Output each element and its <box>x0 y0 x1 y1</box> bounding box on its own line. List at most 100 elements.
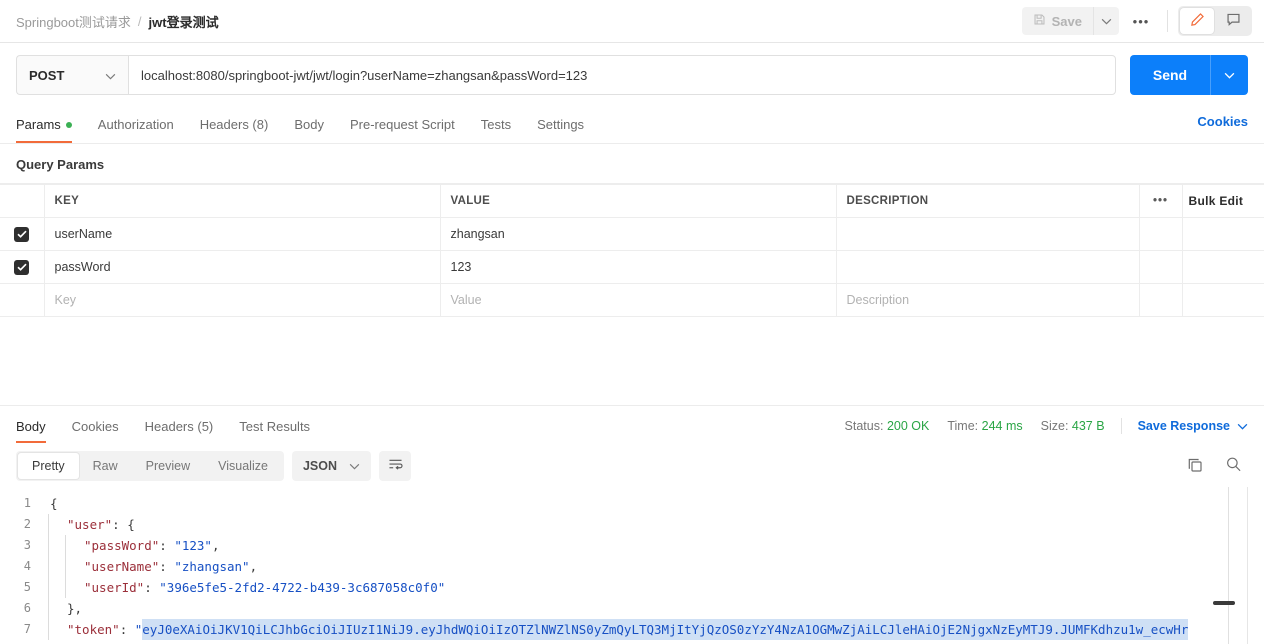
line-number: 1 <box>23 496 31 510</box>
indent-guide <box>65 535 82 556</box>
row-checkbox-cell-empty[interactable] <box>0 283 45 317</box>
size-label: Size: <box>1040 419 1069 433</box>
row-spacer <box>1181 250 1264 284</box>
row-checkbox-cell[interactable] <box>0 250 45 284</box>
code-lines-container: 1{2 "user": {3 "passWord": "123", 4 "userNam… <box>0 493 1264 644</box>
row-value[interactable]: zhangsan <box>439 217 837 251</box>
tab-headers[interactable]: Headers (8) <box>200 109 283 143</box>
new-key-input[interactable]: Key <box>43 283 441 317</box>
row-key[interactable]: userName <box>43 217 441 251</box>
chevron-down-icon <box>349 459 360 473</box>
status-label: Status: <box>844 419 884 433</box>
tab-params[interactable]: Params <box>16 109 86 143</box>
row-checkbox-cell[interactable] <box>0 217 45 251</box>
save-label: Save <box>1051 13 1082 29</box>
row-options[interactable] <box>1138 217 1183 251</box>
code-line: 7 "token": " eyJ0eXAiOiJKV1QiLCJhbGciOiJIU… <box>0 619 1264 640</box>
url-input[interactable]: localhost:8080/springboot-jwt/jwt/login?… <box>128 55 1116 95</box>
size-value: 437 B <box>1071 419 1105 433</box>
save-dropdown-caret[interactable] <box>1093 7 1119 35</box>
pane-divider[interactable] <box>0 405 1264 406</box>
tab-authorization[interactable]: Authorization <box>98 109 188 143</box>
tab-settings[interactable]: Settings <box>537 109 598 143</box>
indent-guide <box>48 556 65 577</box>
status-badge[interactable]: Status: 200 OK <box>845 419 930 433</box>
http-method-value: POST <box>29 67 65 83</box>
table-options-button[interactable]: ••• <box>1138 184 1183 218</box>
http-method-select[interactable]: POST <box>16 55 128 95</box>
edit-mode-button[interactable] <box>1180 8 1214 34</box>
send-button[interactable]: Send <box>1130 55 1210 95</box>
indent-guide <box>65 556 82 577</box>
response-meta: Status: 200 OK Time: 244 ms Size: 437 B … <box>827 418 1248 434</box>
cookies-link[interactable]: Cookies <box>1197 114 1248 138</box>
code-token: }, <box>67 601 83 616</box>
save-button[interactable]: Save <box>1022 7 1093 35</box>
view-visualize[interactable]: Visualize <box>204 453 282 479</box>
indent-guide <box>48 514 65 535</box>
size-badge[interactable]: Size: 437 B <box>1041 419 1105 433</box>
code-token: : <box>119 622 135 637</box>
code-outer-scrollbar[interactable] <box>1247 487 1248 644</box>
code-token: "userName" <box>84 559 160 574</box>
breadcrumb: Springboot测试请求 / jwt登录测试 <box>16 12 219 31</box>
new-description-input[interactable]: Description <box>835 283 1140 317</box>
tab-body[interactable]: Body <box>294 109 338 143</box>
search-icon[interactable] <box>1225 456 1242 476</box>
row-description[interactable] <box>835 250 1140 284</box>
response-tabs: Body Cookies Headers (5) Test Results <box>16 409 336 443</box>
code-token: } <box>50 640 58 644</box>
copy-icon[interactable] <box>1187 457 1203 476</box>
query-params-table-wrap: KEY VALUE DESCRIPTION ••• Bulk Edit user… <box>0 183 1264 317</box>
response-tab-test-results[interactable]: Test Results <box>239 419 310 443</box>
top-bar-actions: Save ••• <box>1021 6 1252 36</box>
header-value: VALUE <box>439 184 837 218</box>
code-vertical-scrollbar[interactable] <box>1228 487 1229 644</box>
new-value-input[interactable]: Value <box>439 283 837 317</box>
code-horizontal-scrollbar-thumb[interactable] <box>1213 601 1235 605</box>
code-token: : <box>159 538 175 553</box>
code-line: 5 "userId": "396e5fe5-2fd2-4722-b439-3c68… <box>0 577 1264 598</box>
row-description[interactable] <box>835 217 1140 251</box>
more-options-button[interactable]: ••• <box>1125 7 1157 35</box>
view-pretty[interactable]: Pretty <box>18 453 79 479</box>
response-tab-body[interactable]: Body <box>16 419 46 443</box>
response-format-select[interactable]: JSON <box>291 451 371 481</box>
breadcrumb-collection[interactable]: Springboot测试请求 <box>16 12 131 31</box>
code-line: 1{ <box>0 493 1264 514</box>
bulk-edit-button[interactable]: Bulk Edit <box>1181 184 1264 218</box>
url-text: localhost:8080/springboot-jwt/jwt/login?… <box>141 67 588 83</box>
checkbox-checked-icon[interactable] <box>14 259 30 275</box>
save-button-group[interactable]: Save <box>1021 7 1119 35</box>
code-line: 4 "userName": "zhangsan", <box>0 556 1264 577</box>
view-preview[interactable]: Preview <box>132 453 204 479</box>
response-tab-headers[interactable]: Headers (5) <box>145 419 214 443</box>
view-raw[interactable]: Raw <box>79 453 132 479</box>
response-body-code[interactable]: 1{2 "user": {3 "passWord": "123", 4 "userNam… <box>0 487 1264 644</box>
tab-pre-request-script[interactable]: Pre-request Script <box>350 109 469 143</box>
breadcrumb-current-request[interactable]: jwt登录测试 <box>149 12 219 31</box>
time-badge[interactable]: Time: 244 ms <box>947 419 1022 433</box>
response-tab-cookies[interactable]: Cookies <box>72 419 119 443</box>
indent-guide <box>48 535 65 556</box>
save-response-label: Save Response <box>1137 419 1230 433</box>
send-options-caret[interactable] <box>1210 55 1248 95</box>
table-header-row: KEY VALUE DESCRIPTION ••• Bulk Edit <box>0 184 1264 218</box>
comments-button[interactable] <box>1216 8 1250 34</box>
row-options-empty[interactable] <box>1138 283 1183 317</box>
row-value[interactable]: 123 <box>439 250 837 284</box>
header-key: KEY <box>43 184 441 218</box>
line-number: 8 <box>0 640 48 644</box>
checkbox-checked-icon[interactable] <box>14 226 30 242</box>
wrap-lines-button[interactable] <box>379 451 411 481</box>
row-key[interactable]: passWord <box>43 250 441 284</box>
table-row: userName zhangsan <box>0 217 1264 251</box>
save-response-button[interactable]: Save Response <box>1138 419 1248 433</box>
tab-tests[interactable]: Tests <box>481 109 525 143</box>
chevron-down-icon <box>1237 419 1248 433</box>
query-params-table: KEY VALUE DESCRIPTION ••• Bulk Edit user… <box>0 184 1264 317</box>
row-options[interactable] <box>1138 250 1183 284</box>
header-checkbox-cell <box>0 184 45 218</box>
response-header: Body Cookies Headers (5) Test Results St… <box>0 409 1264 443</box>
indent-guide <box>48 598 65 619</box>
